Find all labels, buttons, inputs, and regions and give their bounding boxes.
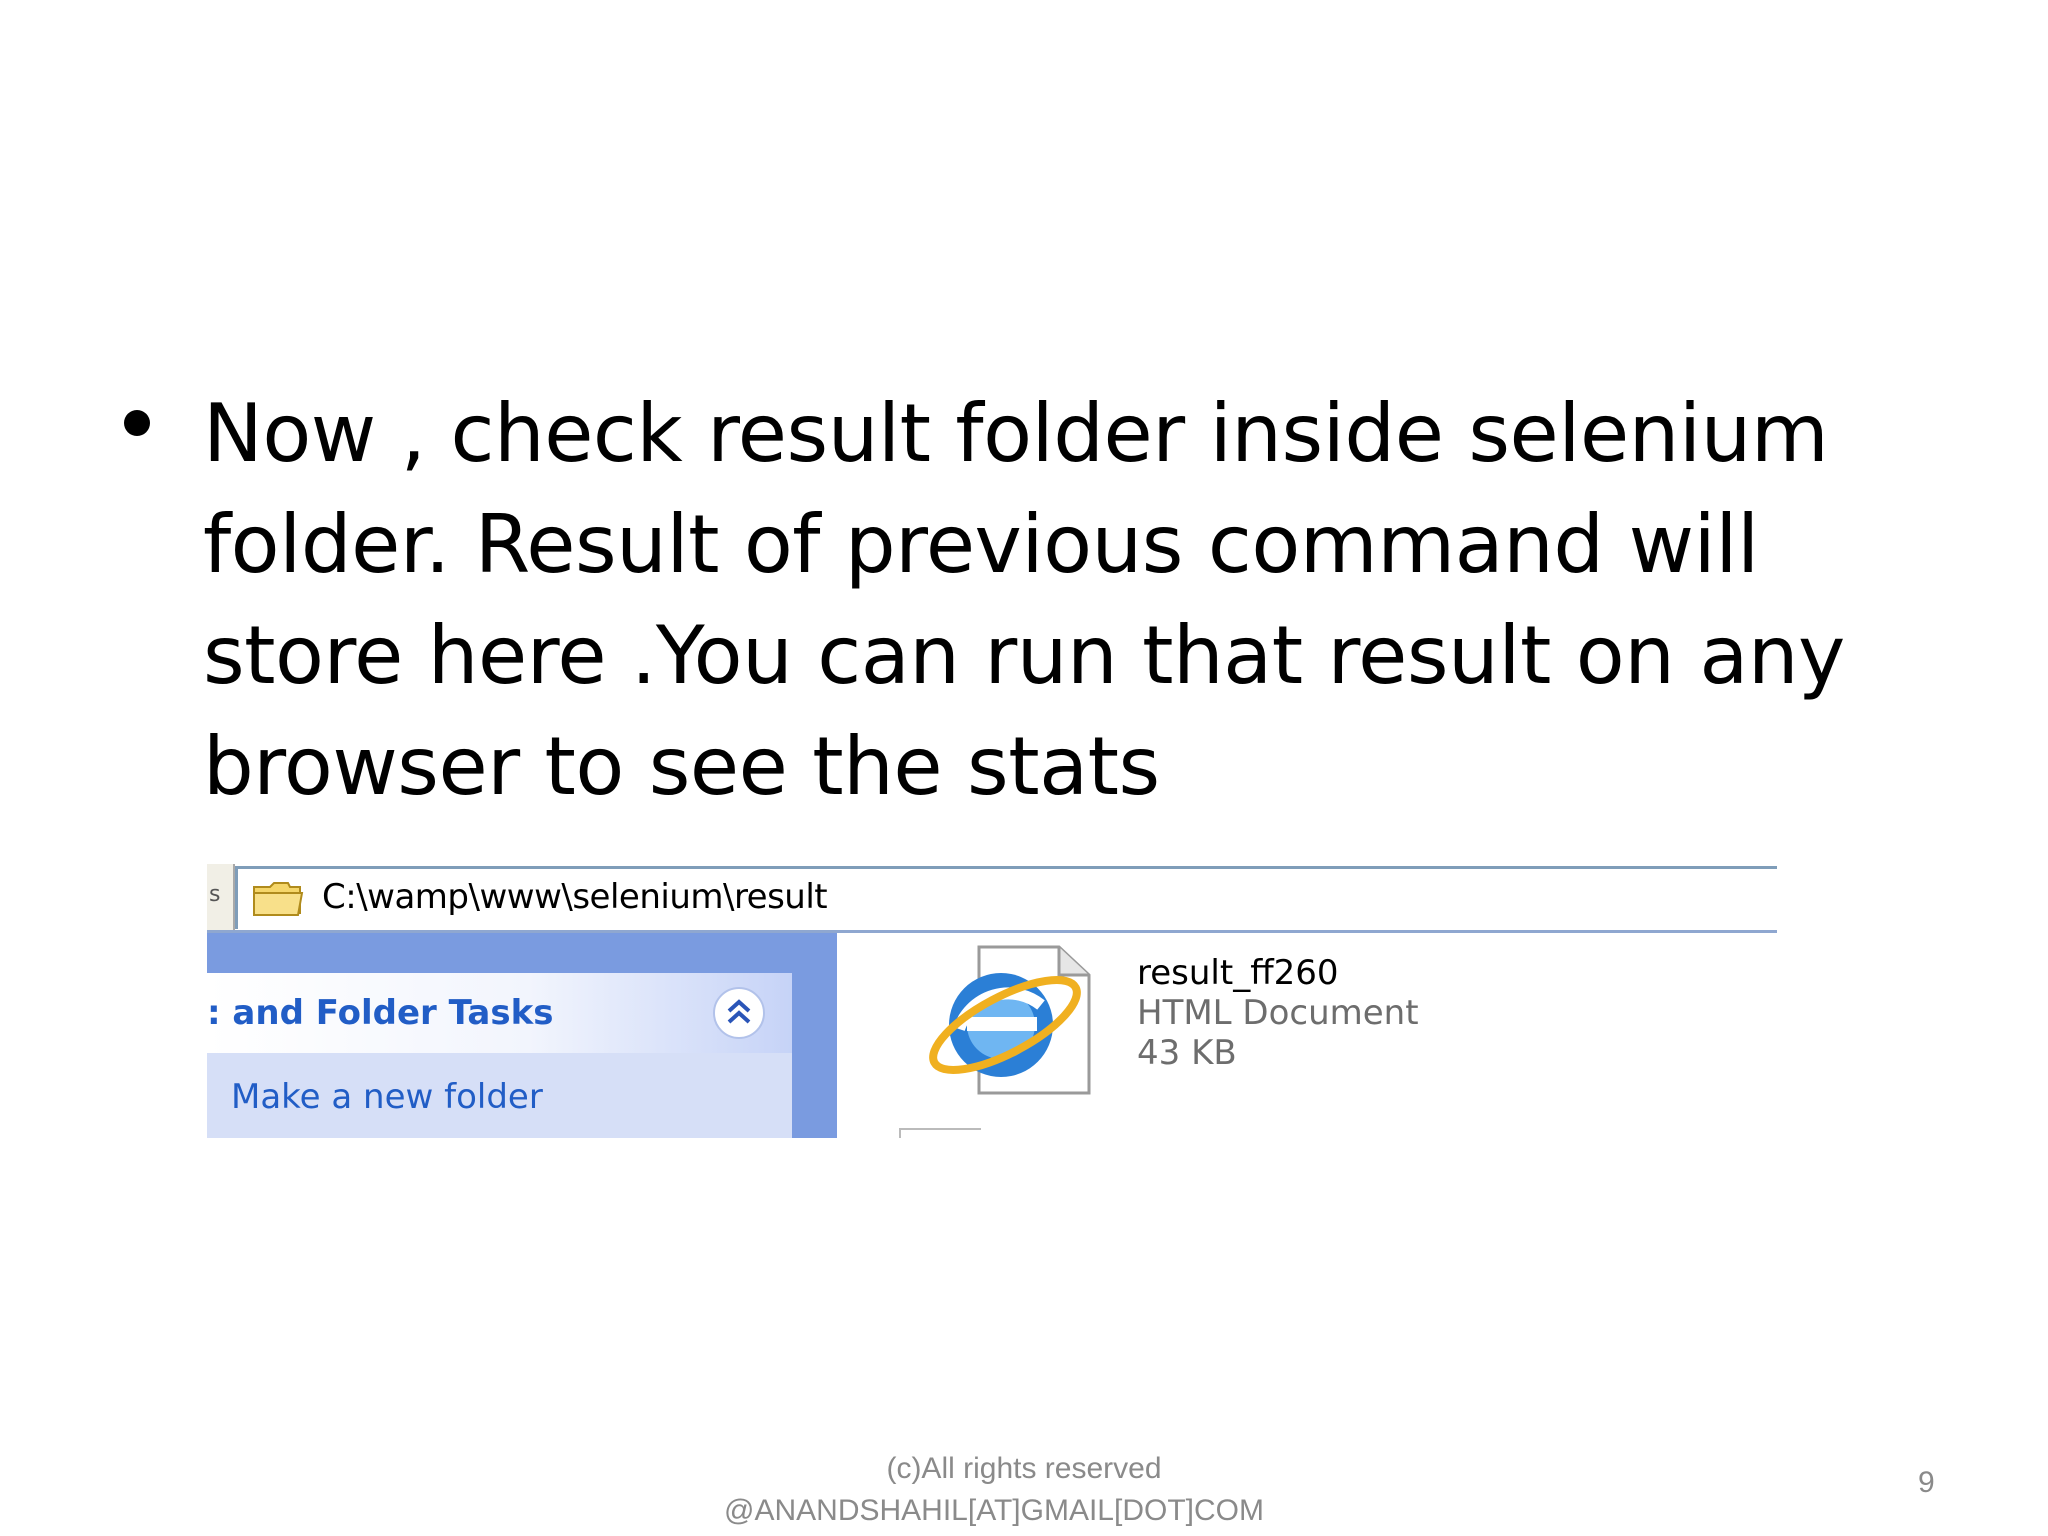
page-number: 9: [1918, 1466, 1935, 1499]
task-panel-header[interactable]: : and Folder Tasks: [207, 973, 792, 1053]
footer: (c)All rights reserved @ANANDSHAHIL[AT]G…: [0, 1448, 2048, 1532]
next-file-item-edge: [899, 1128, 981, 1138]
chevron-double-up-icon: [727, 999, 751, 1024]
footer-copyright: (c)All rights reserved: [886, 1452, 1162, 1485]
address-bar: s C:\wamp\www\selenium\result: [207, 864, 1777, 933]
slide: Now , check result folder inside seleniu…: [0, 0, 2048, 1536]
file-list-area: result_ff260 HTML Document 43 KB: [837, 933, 1777, 1138]
address-label-fragment: s: [207, 864, 235, 930]
address-field[interactable]: C:\wamp\www\selenium\result: [235, 866, 1777, 929]
address-path: C:\wamp\www\selenium\result: [322, 877, 828, 917]
internet-explorer-document-icon: [929, 945, 1091, 1095]
file-name: result_ff260: [1137, 953, 1339, 993]
collapse-button[interactable]: [713, 987, 765, 1039]
file-folder-tasks-panel: : and Folder Tasks Make a new folder: [207, 973, 792, 1138]
address-label-text: s: [209, 882, 221, 907]
file-type: HTML Document: [1137, 993, 1419, 1033]
footer-email: @ANANDSHAHIL[AT]GMAIL[DOT]COM: [724, 1494, 1264, 1527]
explorer-screenshot: s C:\wamp\www\selenium\result : and Fold…: [207, 864, 1777, 1138]
folder-icon: [253, 882, 304, 916]
file-size: 43 KB: [1137, 1033, 1237, 1073]
bullet-point: [124, 410, 150, 436]
task-panel-title: : and Folder Tasks: [207, 993, 554, 1033]
make-new-folder-link[interactable]: Make a new folder: [231, 1077, 543, 1117]
task-pane: : and Folder Tasks Make a new folder: [207, 933, 837, 1138]
bullet-text: Now , check result folder inside seleniu…: [203, 387, 1845, 813]
